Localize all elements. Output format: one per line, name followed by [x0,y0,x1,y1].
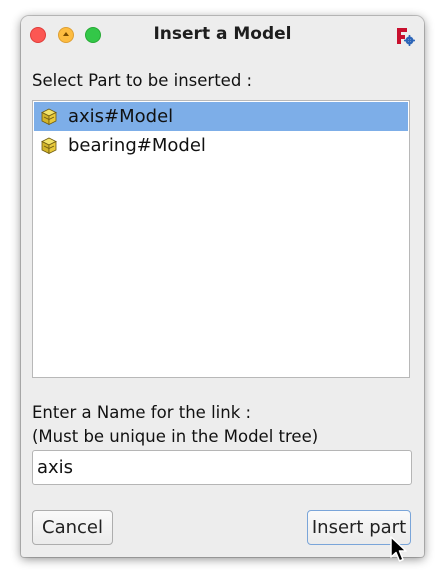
mouse-pointer-icon [390,536,407,562]
list-item-label: axis#Model [68,106,174,127]
part-icon [39,136,59,156]
title-bar[interactable]: Insert a Model [21,16,424,54]
select-part-label: Select Part to be inserted : [32,71,253,90]
link-name-input[interactable] [32,450,412,485]
list-item-bearing-model[interactable]: bearing#Model [34,131,408,160]
link-name-hint: (Must be unique in the Model tree) [32,427,319,446]
cancel-button[interactable]: Cancel [32,510,113,545]
link-name-label: Enter a Name for the link : [32,403,252,422]
freecad-app-icon [397,28,415,46]
part-icon [39,107,59,127]
parts-list[interactable]: axis#Model bearing#Model [32,100,410,378]
window-title: Insert a Model [153,24,292,44]
insert-model-dialog: Insert a Model Select Part to be inserte… [21,16,424,562]
list-item-label: bearing#Model [68,135,206,156]
list-item-axis-model[interactable]: axis#Model [34,102,408,131]
